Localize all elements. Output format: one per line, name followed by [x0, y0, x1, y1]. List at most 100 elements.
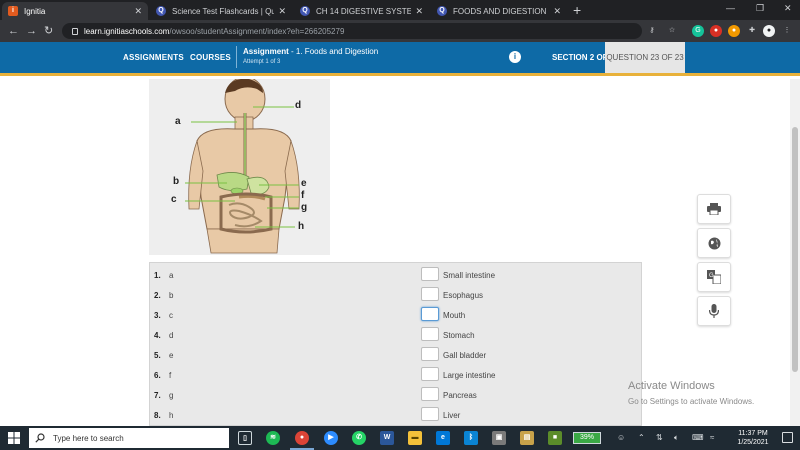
close-tab-icon[interactable]: ✕: [278, 6, 286, 17]
language-button[interactable]: [697, 228, 731, 258]
close-tab-icon[interactable]: ✕: [134, 6, 142, 17]
task-view-icon[interactable]: ▯: [238, 431, 252, 445]
close-tab-icon[interactable]: ✕: [553, 6, 561, 17]
printer-icon: [707, 203, 721, 215]
edge-icon[interactable]: e: [436, 431, 450, 445]
file-explorer-icon[interactable]: ▬: [408, 431, 422, 445]
app-icon[interactable]: ▣: [492, 431, 506, 445]
globe-icon: [708, 237, 720, 249]
profile-avatar-icon[interactable]: ●: [763, 25, 775, 37]
extension-red-icon[interactable]: ●: [710, 25, 722, 37]
clock-date: 1/25/2021: [737, 439, 769, 446]
answer-option: Gall bladder: [443, 351, 487, 360]
diagram-label-e: e: [301, 178, 307, 189]
chrome-icon[interactable]: ●: [295, 431, 309, 445]
system-clock[interactable]: 11:37 PM 1/25/2021: [728, 429, 778, 447]
diagram-label-g: g: [301, 202, 308, 213]
assignment-name: - 1. Foods and Digestion: [288, 47, 379, 56]
answer-option: Liver: [443, 411, 461, 420]
zoom-icon[interactable]: ▶: [324, 431, 338, 445]
browser-tab-quizlet-3[interactable]: Q FOODS AND DIGESTION Flashcar ✕: [431, 2, 567, 20]
row-number: 8.: [154, 411, 161, 420]
windows-start-icon[interactable]: [8, 432, 20, 444]
diagram-label-f: f: [301, 190, 305, 201]
whatsapp-icon[interactable]: ✆: [352, 431, 366, 445]
diagram-label-d: d: [295, 100, 302, 111]
wifi-icon[interactable]: ≈: [710, 433, 714, 442]
answer-option: Stomach: [443, 331, 475, 340]
ignitia-header: ASSIGNMENTS COURSES Assignment - 1. Food…: [0, 42, 800, 76]
back-arrow-icon[interactable]: ←: [8, 24, 19, 38]
star-icon[interactable]: ☆: [666, 25, 678, 37]
extension-grammarly-icon[interactable]: G: [692, 25, 704, 37]
minecraft-icon[interactable]: ■: [548, 431, 562, 445]
taskbar-search[interactable]: Type here to search: [29, 428, 229, 448]
row-number: 5.: [154, 351, 161, 360]
menu-dots-icon[interactable]: ⋮: [781, 25, 793, 37]
row-number: 4.: [154, 331, 161, 340]
answer-input[interactable]: [421, 267, 439, 281]
page-scrollbar[interactable]: [790, 79, 800, 426]
answer-input[interactable]: [421, 367, 439, 381]
key-icon[interactable]: ⚷: [646, 25, 658, 37]
microphone-icon: [709, 304, 719, 318]
diagram-label-b: b: [173, 176, 180, 187]
extension-orange-icon[interactable]: ●: [728, 25, 740, 37]
volume-icon[interactable]: 🔈︎: [674, 433, 679, 443]
answer-input[interactable]: [421, 287, 439, 301]
close-window-icon[interactable]: ✕: [784, 3, 792, 14]
tray-expand-icon[interactable]: ⌃: [638, 433, 645, 442]
matching-question: 1. a Small intestine 2. b Esophagus 3. c…: [149, 262, 642, 426]
scrollbar-thumb[interactable]: [792, 127, 798, 372]
browser-tab-ignitia[interactable]: i Ignitia ✕: [2, 2, 148, 20]
answer-input[interactable]: [421, 327, 439, 341]
print-button[interactable]: [697, 194, 731, 224]
network-icon[interactable]: ⇅: [656, 433, 663, 442]
people-icon[interactable]: ☺: [617, 433, 625, 442]
answer-option: Large intestine: [443, 371, 496, 380]
address-bar[interactable]: learn.ignitiaschools.com /owsoo/studentA…: [62, 23, 642, 39]
word-icon[interactable]: W: [380, 431, 394, 445]
quizlet-favicon-icon: Q: [300, 6, 310, 16]
row-term: g: [169, 391, 174, 400]
matching-row: 3. c Mouth: [150, 305, 641, 325]
nav-courses[interactable]: COURSES: [190, 53, 231, 62]
quizlet-favicon-icon: Q: [156, 6, 166, 16]
url-host: learn.ignitiaschools.com: [84, 26, 170, 36]
reload-icon[interactable]: ↻: [44, 24, 53, 38]
answer-input[interactable]: [421, 307, 439, 321]
tab-title: Ignitia: [24, 6, 46, 16]
restore-icon[interactable]: ❐: [756, 3, 764, 14]
new-tab-button[interactable]: +: [573, 3, 581, 17]
notification-icon[interactable]: [782, 432, 793, 443]
question-content: a d b c e f g h 1. a Small intestine 2. …: [0, 79, 790, 426]
ignitia-favicon-icon: i: [8, 6, 18, 16]
row-term: f: [169, 371, 172, 380]
answer-input[interactable]: [421, 407, 439, 421]
speech-button[interactable]: [697, 296, 731, 326]
minimize-icon[interactable]: —: [726, 3, 735, 13]
spotify-icon[interactable]: ≋: [266, 431, 280, 445]
diagram-label-a: a: [175, 116, 181, 127]
browser-tab-quizlet-1[interactable]: Q Science Test Flashcards | Quizlet ✕: [150, 2, 292, 20]
diagram-label-h: h: [298, 221, 305, 232]
assignment-title: Assignment - 1. Foods and Digestion: [243, 47, 378, 56]
extensions-puzzle-icon[interactable]: ✚: [746, 25, 758, 37]
answer-input[interactable]: [421, 347, 439, 361]
row-number: 3.: [154, 311, 161, 320]
row-term: h: [169, 411, 174, 420]
nav-assignments[interactable]: ASSIGNMENTS: [123, 53, 184, 62]
question-indicator[interactable]: QUESTION 23 OF 23: [605, 42, 685, 73]
battery-indicator[interactable]: 39%: [573, 432, 601, 444]
close-tab-icon[interactable]: ✕: [415, 6, 423, 17]
folder-icon[interactable]: ▤: [520, 431, 534, 445]
answer-input[interactable]: [421, 387, 439, 401]
forward-arrow-icon[interactable]: →: [26, 24, 37, 38]
tab-title: FOODS AND DIGESTION Flashcar: [453, 6, 549, 16]
bluetooth-icon[interactable]: ᛒ: [464, 431, 478, 445]
info-icon[interactable]: i: [509, 51, 521, 63]
row-number: 1.: [154, 271, 161, 280]
browser-tab-quizlet-2[interactable]: Q CH 14 DIGESTIVE SYSTEM Flashca ✕: [294, 2, 429, 20]
translate-button[interactable]: G: [697, 262, 731, 292]
keyboard-icon[interactable]: ⌨: [692, 433, 704, 442]
